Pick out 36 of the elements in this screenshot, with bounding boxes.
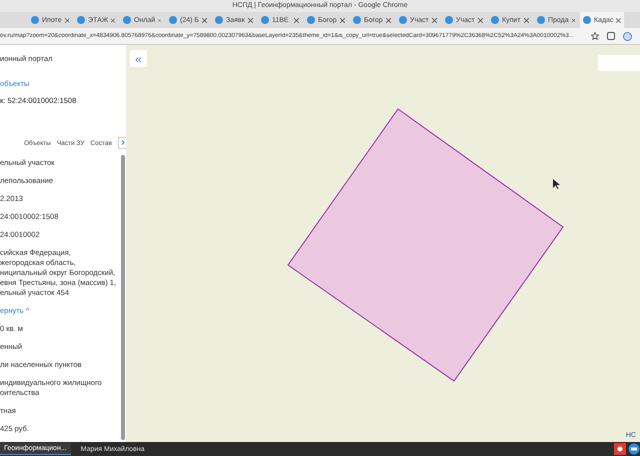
close-icon[interactable] — [340, 18, 345, 22]
site-icon — [261, 16, 269, 24]
cursor-icon — [553, 179, 560, 189]
star-icon[interactable] — [591, 32, 599, 40]
site-icon — [583, 16, 591, 24]
scrollbar[interactable] — [121, 155, 125, 440]
site-icon — [399, 16, 407, 24]
close-icon[interactable] — [202, 18, 207, 22]
site-icon — [123, 16, 131, 24]
close-icon[interactable] — [294, 18, 299, 22]
collapse-panel-button[interactable]: « — [130, 50, 147, 67]
close-icon[interactable] — [111, 18, 115, 22]
close-icon[interactable] — [248, 18, 253, 22]
close-icon[interactable] — [572, 18, 575, 22]
site-icon — [537, 16, 545, 24]
close-icon[interactable] — [64, 18, 69, 22]
search-field[interactable] — [598, 55, 640, 71]
close-icon[interactable] — [524, 18, 529, 22]
site-icon — [77, 16, 85, 24]
close-icon[interactable] — [386, 18, 391, 22]
site-icon — [307, 16, 315, 24]
close-icon[interactable] — [616, 18, 621, 22]
extensions-icon[interactable] — [607, 32, 615, 40]
profile-icon[interactable] — [623, 32, 632, 40]
close-icon[interactable] — [432, 18, 437, 22]
close-icon[interactable] — [158, 18, 161, 22]
site-icon — [169, 16, 177, 24]
site-icon — [445, 16, 453, 24]
more-tabs-button[interactable] — [118, 137, 126, 149]
site-icon — [491, 16, 499, 24]
chevron-icon — [120, 140, 125, 144]
site-icon — [215, 16, 223, 24]
tray-icon[interactable] — [628, 443, 640, 455]
site-icon — [353, 16, 361, 24]
site-icon — [31, 16, 39, 24]
close-icon[interactable] — [478, 18, 483, 22]
